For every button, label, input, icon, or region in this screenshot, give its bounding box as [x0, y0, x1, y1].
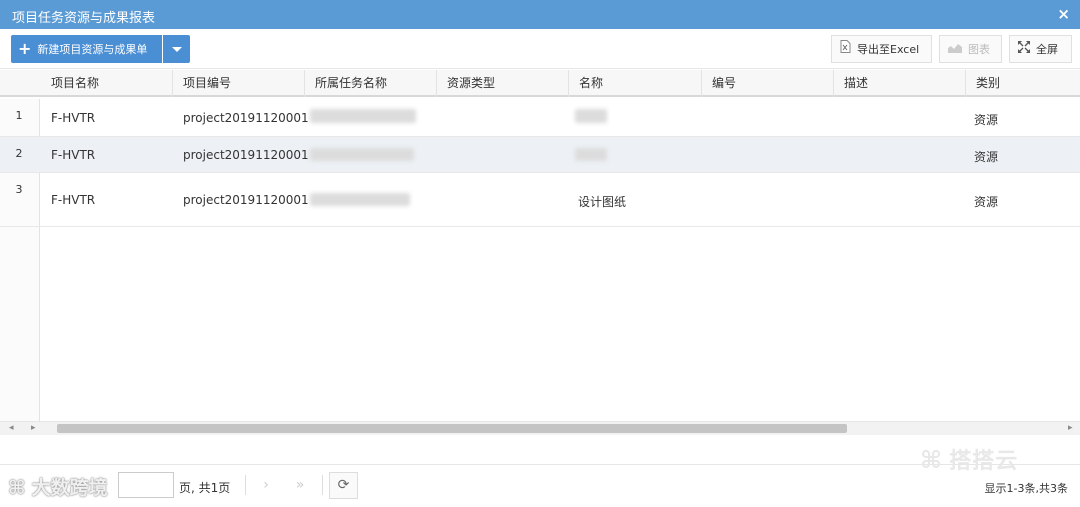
excel-file-icon: [840, 36, 851, 62]
cell-category: 资源: [974, 150, 999, 164]
next-page-icon[interactable]: ›: [252, 472, 280, 498]
scroll-right-icon[interactable]: ▸: [1068, 423, 1073, 433]
cell-project-code: project20191120001: [183, 193, 309, 207]
row-number: 2: [15, 147, 23, 160]
column-header-description[interactable]: 描述: [833, 70, 966, 97]
horizontal-scrollbar[interactable]: ◂ ▸ ▸: [0, 421, 1080, 435]
scrollbar-thumb[interactable]: [57, 424, 847, 433]
chart-button[interactable]: 图表: [939, 35, 1002, 63]
toolbar: + 新建项目资源与成果单 导出至Excel 图表 全屏: [0, 29, 1080, 69]
new-resource-button[interactable]: + 新建项目资源与成果单: [11, 35, 162, 63]
watermark-left-text: 大数跨境: [31, 477, 108, 499]
cell-project-name: F-HVTR: [51, 193, 96, 207]
table-row[interactable]: 3 F-HVTR project20191120001 设计图纸 资源: [0, 173, 1080, 227]
cell-project-name: F-HVTR: [51, 148, 96, 162]
redacted-name: [575, 109, 607, 123]
expand-icon: [1018, 36, 1030, 62]
row-number: 1: [15, 109, 23, 122]
pagination-bar: 页, 共1页 › » ⟳ 显示1-3条,共3条: [0, 464, 1080, 507]
column-header-resource-type[interactable]: 资源类型: [436, 70, 569, 97]
scroll-left-icon[interactable]: ◂: [9, 423, 14, 433]
fullscreen-button[interactable]: 全屏: [1009, 35, 1072, 63]
watermark-right: ⌘ 搭搭云: [920, 443, 1018, 475]
refresh-icon: ⟳: [337, 477, 350, 493]
column-header-name[interactable]: 名称: [568, 70, 702, 97]
redacted-task-name: [310, 109, 416, 123]
grid-header: 项目名称 项目编号 所属任务名称 资源类型 名称 编号 描述 类别: [0, 70, 1080, 97]
wechat-icon: ⌘: [920, 446, 944, 474]
redacted-task-name: [310, 148, 414, 161]
refresh-button[interactable]: ⟳: [329, 472, 358, 499]
chart-label: 图表: [968, 43, 990, 56]
page-total-text: 页, 共1页: [179, 481, 231, 495]
cell-category: 资源: [974, 113, 999, 127]
export-excel-label: 导出至Excel: [857, 43, 920, 56]
pager-divider: [322, 475, 323, 495]
cell-project-name: F-HVTR: [51, 111, 96, 125]
column-header-code[interactable]: 编号: [701, 70, 834, 97]
watermark-left: ⌘ 大数跨境: [8, 473, 108, 500]
watermark-right-text: 搭搭云: [949, 449, 1019, 474]
redacted-name: [575, 148, 607, 161]
data-grid: 项目名称 项目编号 所属任务名称 资源类型 名称 编号 描述 类别 1 F-HV…: [0, 70, 1080, 435]
area-chart-icon: [948, 36, 962, 62]
record-count-text: 显示1-3条,共3条: [984, 482, 1068, 495]
redacted-task-name: [310, 193, 410, 206]
page-number-input[interactable]: [118, 472, 174, 498]
cell-name: 设计图纸: [578, 195, 627, 209]
cell-project-code: project20191120001: [183, 148, 309, 162]
new-dropdown-chevron-down-icon[interactable]: [163, 35, 190, 63]
column-header-task-name[interactable]: 所属任务名称: [304, 70, 437, 97]
new-resource-label: 新建项目资源与成果单: [37, 43, 148, 56]
pager-divider: [245, 475, 246, 495]
scroll-right-small-icon[interactable]: ▸: [31, 423, 36, 433]
table-row[interactable]: 1 F-HVTR project20191120001 资源: [0, 99, 1080, 137]
cell-project-code: project20191120001: [183, 111, 309, 125]
table-row[interactable]: 2 F-HVTR project20191120001 资源: [0, 137, 1080, 173]
row-number: 3: [15, 183, 23, 196]
column-header-category[interactable]: 类别: [965, 70, 1080, 97]
cell-category: 资源: [974, 195, 999, 209]
plus-icon: +: [18, 39, 32, 58]
column-header-project-code[interactable]: 项目编号: [172, 70, 305, 97]
window-title: 项目任务资源与成果报表: [12, 11, 156, 26]
close-icon[interactable]: ×: [1057, 5, 1070, 23]
column-header-project-name[interactable]: 项目名称: [40, 70, 173, 97]
wechat-icon: ⌘: [8, 477, 26, 499]
fullscreen-label: 全屏: [1036, 43, 1058, 56]
export-excel-button[interactable]: 导出至Excel: [831, 35, 932, 63]
window-titlebar: 项目任务资源与成果报表 ×: [0, 0, 1080, 29]
last-page-icon[interactable]: »: [286, 472, 314, 498]
